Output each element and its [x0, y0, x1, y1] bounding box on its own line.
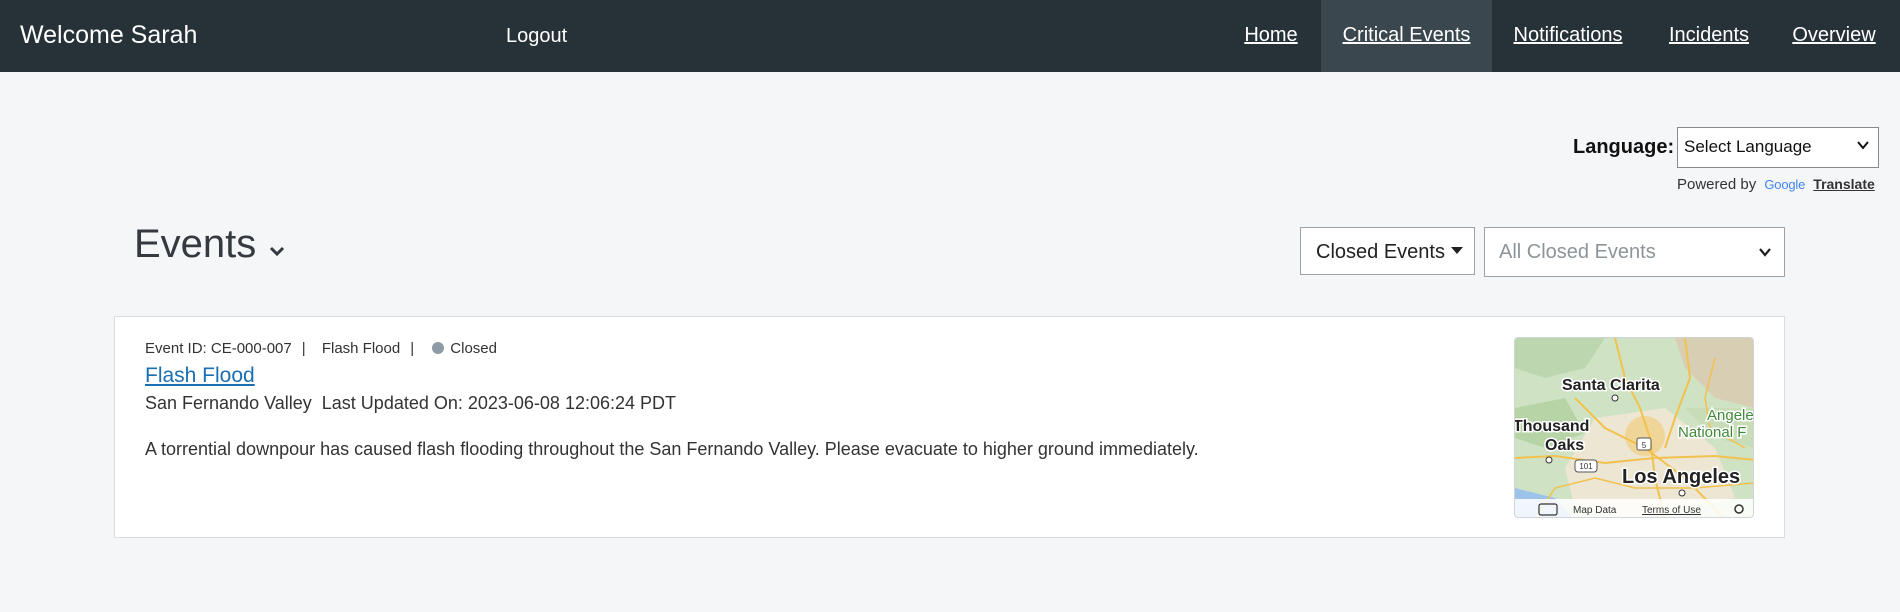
map-label-santa-clarita: Santa Clarita [1562, 377, 1660, 394]
nav-incidents[interactable]: Incidents [1664, 0, 1754, 72]
chevron-down-icon [1759, 248, 1771, 257]
language-select[interactable]: Select Language [1677, 127, 1879, 168]
event-type: Flash Flood [321, 340, 401, 357]
event-subline: San Fernando Valley Last Updated On: 2023… [145, 393, 676, 414]
event-title-link[interactable]: Flash Flood [145, 364, 255, 388]
google-logo: Google [1764, 177, 1806, 192]
page-title: Events [134, 222, 257, 266]
language-label: Language: [1573, 136, 1675, 158]
terms-of-use-link[interactable]: Terms of Use [1642, 505, 1701, 516]
event-location: San Fernando Valley [145, 393, 312, 413]
event-map[interactable]: 5 101 Santa Clarita Thousand Oaks Angele… [1514, 337, 1754, 518]
top-navbar: Welcome Sarah Logout Home Critical Event… [0, 0, 1900, 72]
caret-down-icon [1450, 247, 1463, 254]
status-dot-icon [432, 342, 445, 354]
map-route-5: 5 [1642, 441, 1647, 450]
nav-critical-events[interactable]: Critical Events [1321, 0, 1492, 72]
event-last-updated: Last Updated On: 2023-06-08 12:06:24 PDT [321, 393, 677, 413]
map-label-los-angeles: Los Angeles [1622, 466, 1740, 488]
closed-events-select-placeholder: All Closed Events [1499, 241, 1656, 263]
map-label-thousand: Thousand [1515, 418, 1589, 435]
map-label-angeles: Angele [1707, 407, 1754, 424]
nav-home[interactable]: Home [1228, 0, 1314, 72]
nav-overview[interactable]: Overview [1789, 0, 1879, 72]
map-route-101: 101 [1579, 462, 1593, 471]
powered-by-google: Powered by Google Translate [1677, 176, 1875, 193]
event-meta: Event ID: CE-000-007 | Flash Flood | Close… [145, 340, 497, 357]
welcome-text: Welcome Sarah [20, 21, 198, 49]
closed-events-label: Closed Events [1316, 241, 1445, 263]
translate-link[interactable]: Translate [1813, 176, 1874, 192]
logout-link[interactable]: Logout [506, 25, 567, 48]
event-id: Event ID: CE-000-007 [145, 340, 292, 357]
map-label-national: National F [1678, 424, 1746, 441]
closed-events-select[interactable]: All Closed Events [1484, 227, 1785, 277]
status-badge: Closed [450, 340, 497, 357]
powered-by-text: Powered by [1677, 176, 1757, 193]
language-select-value: Select Language [1684, 137, 1812, 156]
map-image: 5 101 Santa Clarita Thousand Oaks Angele… [1515, 338, 1754, 517]
chevron-down-icon [1857, 141, 1869, 150]
chevron-down-icon[interactable] [266, 240, 288, 262]
event-card: Event ID: CE-000-007 | Flash Flood | Close… [114, 316, 1785, 538]
event-description: A torrential downpour has caused flash f… [145, 439, 1199, 459]
map-label-oaks: Oaks [1545, 437, 1584, 454]
nav-notifications[interactable]: Notifications [1502, 0, 1634, 72]
map-data-label: Map Data [1573, 505, 1617, 516]
closed-events-dropdown-button[interactable]: Closed Events [1300, 227, 1475, 275]
